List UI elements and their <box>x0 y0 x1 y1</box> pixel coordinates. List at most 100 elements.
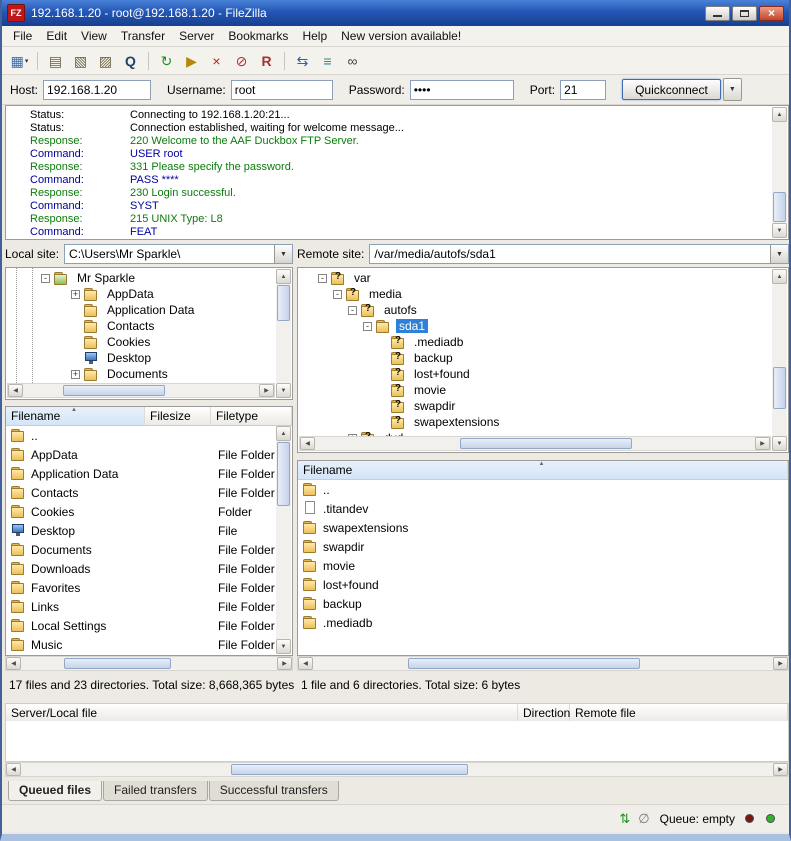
tree-item-documents[interactable]: +Documents <box>7 366 275 382</box>
expander-minus-icon[interactable]: - <box>318 274 327 283</box>
menu-item-server[interactable]: Server <box>172 27 221 45</box>
tree-item-swapextensions[interactable]: ?swapextensions <box>299 414 771 430</box>
file-row-documents[interactable]: DocumentsFile Folder <box>7 540 275 559</box>
scroll-thumb[interactable] <box>408 658 640 669</box>
scroll-up-icon[interactable] <box>276 269 291 284</box>
scroll-right-icon[interactable] <box>773 763 788 776</box>
disconnect-button[interactable]: ⊘ <box>229 49 254 73</box>
file-row-cookies[interactable]: CookiesFolder <box>7 502 275 521</box>
file-row-local-settings[interactable]: Local SettingsFile Folder <box>7 616 275 635</box>
scroll-thumb[interactable] <box>64 658 171 669</box>
tab-failed-transfers[interactable]: Failed transfers <box>103 781 208 801</box>
menu-item-help[interactable]: Help <box>295 27 334 45</box>
scroll-down-icon[interactable] <box>772 223 787 238</box>
refresh-button[interactable]: ↻ <box>154 49 179 73</box>
tab-queued-files[interactable]: Queued files <box>8 781 102 801</box>
remote-tree-vscroll[interactable] <box>772 269 787 451</box>
file-row-backup[interactable]: backup <box>299 594 787 613</box>
expander-minus-icon[interactable]: - <box>333 290 342 299</box>
file-row-downloads[interactable]: DownloadsFile Folder <box>7 559 275 578</box>
compare-button[interactable]: ⇆ <box>290 49 315 73</box>
quickconnect-button[interactable]: Quickconnect <box>622 79 721 100</box>
scroll-right-icon[interactable] <box>259 384 274 397</box>
scroll-thumb[interactable] <box>63 385 165 396</box>
host-input[interactable] <box>43 80 151 100</box>
tree-item-lost-found[interactable]: ?lost+found <box>299 366 771 382</box>
file-row-titandev[interactable]: .titandev <box>299 499 787 518</box>
tree-item-movie[interactable]: ?movie <box>299 382 771 398</box>
tree-item-var[interactable]: -?var <box>299 270 771 286</box>
file-row-item[interactable]: .. <box>7 426 275 445</box>
tree-item-backup[interactable]: ?backup <box>299 350 771 366</box>
scroll-right-icon[interactable] <box>773 657 788 670</box>
port-input[interactable] <box>560 80 606 100</box>
titlebar[interactable]: 192.168.1.20 - root@192.168.1.20 - FileZ… <box>2 0 789 26</box>
tree-item-appdata[interactable]: +AppData <box>7 286 275 302</box>
menu-item-file[interactable]: File <box>6 27 39 45</box>
cancel-button[interactable]: × <box>204 49 229 73</box>
queue-hscroll[interactable] <box>5 762 789 777</box>
toggle-log-button[interactable]: ▤ <box>43 49 68 73</box>
scroll-right-icon[interactable] <box>755 437 770 450</box>
file-row-contacts[interactable]: ContactsFile Folder <box>7 483 275 502</box>
tree-item-sda1[interactable]: -sda1 <box>299 318 771 334</box>
scroll-left-icon[interactable] <box>8 384 23 397</box>
expander-minus-icon[interactable]: - <box>363 322 372 331</box>
file-row-mediadb[interactable]: .mediadb <box>299 613 787 632</box>
scroll-down-icon[interactable] <box>276 639 291 654</box>
password-input[interactable] <box>410 80 514 100</box>
scroll-up-icon[interactable] <box>772 269 787 284</box>
file-row-swapdir[interactable]: swapdir <box>299 537 787 556</box>
toggle-local-tree-button[interactable]: ▧ <box>68 49 93 73</box>
queue-column-remote-file[interactable]: Remote file <box>570 704 788 721</box>
message-log[interactable]: Status:Connecting to 192.168.1.20:21...S… <box>5 105 789 240</box>
tree-item-media[interactable]: -?media <box>299 286 771 302</box>
expander-plus-icon[interactable]: + <box>71 370 80 379</box>
file-row-lost-found[interactable]: lost+found <box>299 575 787 594</box>
tab-successful-transfers[interactable]: Successful transfers <box>209 781 339 801</box>
username-input[interactable] <box>231 80 333 100</box>
scroll-right-icon[interactable] <box>277 657 292 670</box>
scroll-down-icon[interactable] <box>772 436 787 451</box>
scroll-left-icon[interactable] <box>6 657 21 670</box>
remote-tree-hscroll[interactable] <box>299 436 771 451</box>
find-button[interactable]: ∞ <box>340 49 365 73</box>
sync-browse-button[interactable]: ≡ <box>315 49 340 73</box>
local-tree-vscroll[interactable] <box>276 269 291 398</box>
column-header-filetype[interactable]: Filetype <box>211 407 292 425</box>
expander-minus-icon[interactable]: - <box>348 306 357 315</box>
dropdown-arrow-icon[interactable]: ▾ <box>25 57 29 65</box>
expander-minus-icon[interactable]: - <box>41 274 50 283</box>
file-row-movie[interactable]: movie <box>299 556 787 575</box>
file-row-swapextensions[interactable]: swapextensions <box>299 518 787 537</box>
queue-body[interactable] <box>5 721 789 762</box>
tree-item-contacts[interactable]: Contacts <box>7 318 275 334</box>
site-manager-button[interactable]: ▦▾ <box>7 49 32 73</box>
column-header-filename[interactable]: Filename <box>6 407 145 425</box>
scroll-up-icon[interactable] <box>772 107 787 122</box>
scroll-down-icon[interactable] <box>276 383 291 398</box>
queue-column-server-local-file[interactable]: Server/Local file <box>6 704 518 721</box>
file-row-music[interactable]: MusicFile Folder <box>7 635 275 654</box>
quickconnect-dropdown-icon[interactable] <box>723 78 742 101</box>
combo-dropdown-icon[interactable] <box>770 245 788 263</box>
local-tree-hscroll[interactable] <box>7 383 275 398</box>
scroll-thumb[interactable] <box>277 285 290 321</box>
remote-site-combo[interactable]: /var/media/autofs/sda1 <box>369 244 789 264</box>
file-row-application-data[interactable]: Application DataFile Folder <box>7 464 275 483</box>
tree-item-mediadb[interactable]: ?.mediadb <box>299 334 771 350</box>
scroll-left-icon[interactable] <box>6 763 21 776</box>
status-activity-icon[interactable]: ⇅ <box>619 812 630 825</box>
local-list-vscroll[interactable] <box>276 426 291 654</box>
scroll-up-icon[interactable] <box>276 426 291 441</box>
tree-item-autofs[interactable]: -?autofs <box>299 302 771 318</box>
menu-item-new-version-available[interactable]: New version available! <box>334 27 468 45</box>
menu-item-edit[interactable]: Edit <box>39 27 74 45</box>
scroll-thumb[interactable] <box>460 438 632 449</box>
process-queue-button[interactable]: ▶ <box>179 49 204 73</box>
maximize-button[interactable] <box>732 6 757 21</box>
queue-column-direction[interactable]: Direction <box>518 704 570 721</box>
tree-item-mr-sparkle[interactable]: -Mr Sparkle <box>7 270 275 286</box>
close-button[interactable] <box>759 6 784 21</box>
scroll-thumb[interactable] <box>773 192 786 222</box>
